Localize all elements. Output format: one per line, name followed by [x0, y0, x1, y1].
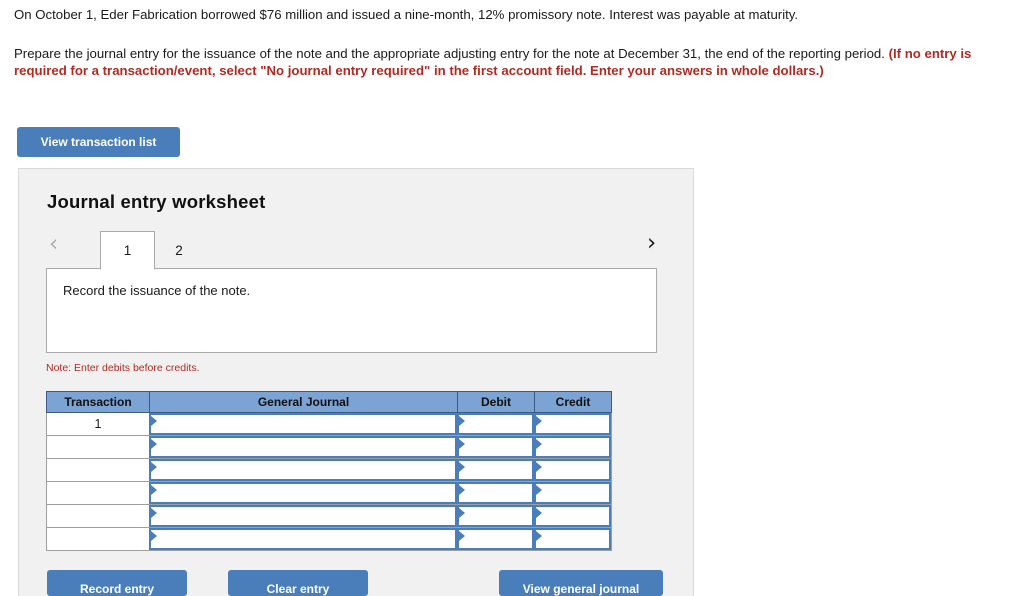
worksheet-tab-strip: ‹ › 1 2 [19, 224, 695, 270]
general-journal-account-select[interactable] [149, 505, 457, 527]
debit-input[interactable] [457, 505, 534, 527]
view-transaction-list-label: View transaction list [40, 135, 157, 149]
debit-input[interactable] [457, 528, 534, 550]
general-journal-input-cell[interactable] [149, 412, 458, 436]
worksheet-instruction-box: Record the issuance of the note. [46, 268, 657, 353]
column-header-debit: Debit [457, 391, 535, 413]
debit-input[interactable] [457, 482, 534, 504]
credit-input[interactable] [534, 482, 611, 504]
table-row [46, 504, 612, 528]
credit-input-cell[interactable] [534, 458, 612, 482]
worksheet-tab-2-label: 2 [175, 243, 183, 258]
record-entry-button[interactable]: Record entry [47, 570, 187, 596]
debit-input-cell[interactable] [457, 412, 535, 436]
debit-input-cell[interactable] [457, 458, 535, 482]
table-row: 1 [46, 412, 612, 436]
view-general-journal-label: View general journal [522, 581, 640, 596]
worksheet-tab-1-label: 1 [123, 243, 132, 258]
general-journal-input-cell[interactable] [149, 527, 458, 551]
table-row [46, 481, 612, 505]
record-entry-label: Record entry [79, 581, 155, 596]
transaction-number-cell [46, 527, 150, 551]
worksheet-title: Journal entry worksheet [47, 191, 266, 212]
clear-entry-label: Clear entry [266, 581, 330, 596]
general-journal-account-select[interactable] [149, 528, 457, 550]
transaction-number-cell [46, 458, 150, 482]
table-row [46, 458, 612, 482]
statement-paragraph-2-plain: Prepare the journal entry for the issuan… [14, 46, 889, 61]
transaction-number-cell [46, 504, 150, 528]
view-transaction-list-button[interactable]: View transaction list [17, 127, 180, 157]
transaction-number-cell: 1 [46, 412, 150, 436]
clear-entry-button[interactable]: Clear entry [228, 570, 368, 596]
worksheet-instruction-text: Record the issuance of the note. [63, 283, 251, 298]
transaction-number-cell [46, 435, 150, 459]
journal-entry-worksheet-panel: Journal entry worksheet ‹ › 1 2 Record t… [18, 168, 694, 596]
statement-paragraph-1: On October 1, Eder Fabrication borrowed … [14, 7, 799, 22]
general-journal-account-select[interactable] [149, 459, 457, 481]
credit-input-cell[interactable] [534, 481, 612, 505]
general-journal-account-select[interactable] [149, 436, 457, 458]
debit-input-cell[interactable] [457, 527, 535, 551]
debit-input[interactable] [457, 459, 534, 481]
general-journal-input-cell[interactable] [149, 435, 458, 459]
debit-input[interactable] [457, 436, 534, 458]
credit-input[interactable] [534, 505, 611, 527]
column-header-transaction: Transaction [46, 391, 150, 413]
general-journal-account-select[interactable] [149, 482, 457, 504]
credit-input-cell[interactable] [534, 504, 612, 528]
worksheet-tab-2[interactable]: 2 [158, 231, 200, 270]
credit-input-cell[interactable] [534, 435, 612, 459]
credit-input-cell[interactable] [534, 412, 612, 436]
debits-before-credits-note: Note: Enter debits before credits. [46, 362, 200, 374]
credit-input[interactable] [534, 436, 611, 458]
debit-input-cell[interactable] [457, 504, 535, 528]
worksheet-tab-1[interactable]: 1 [100, 231, 155, 270]
general-journal-input-cell[interactable] [149, 504, 458, 528]
column-header-general-journal: General Journal [149, 391, 458, 413]
view-general-journal-button[interactable]: View general journal [499, 570, 663, 596]
journal-entry-table: Transaction General Journal Debit Credit… [46, 391, 612, 551]
problem-statement: On October 1, Eder Fabrication borrowed … [14, 0, 974, 79]
column-header-credit: Credit [534, 391, 612, 413]
credit-input-cell[interactable] [534, 527, 612, 551]
chevron-left-icon[interactable]: ‹ [49, 233, 58, 256]
credit-input[interactable] [534, 528, 611, 550]
debit-input[interactable] [457, 413, 534, 435]
transaction-number-cell [46, 481, 150, 505]
debit-input-cell[interactable] [457, 435, 535, 459]
table-row [46, 527, 612, 551]
general-journal-input-cell[interactable] [149, 481, 458, 505]
credit-input[interactable] [534, 413, 611, 435]
general-journal-input-cell[interactable] [149, 458, 458, 482]
credit-input[interactable] [534, 459, 611, 481]
debit-input-cell[interactable] [457, 481, 535, 505]
general-journal-account-select[interactable] [149, 413, 457, 435]
table-row [46, 435, 612, 459]
chevron-right-icon[interactable]: › [647, 232, 656, 255]
statement-paragraph-2: Prepare the journal entry for the issuan… [14, 23, 974, 79]
table-header-row: Transaction General Journal Debit Credit [46, 391, 612, 413]
